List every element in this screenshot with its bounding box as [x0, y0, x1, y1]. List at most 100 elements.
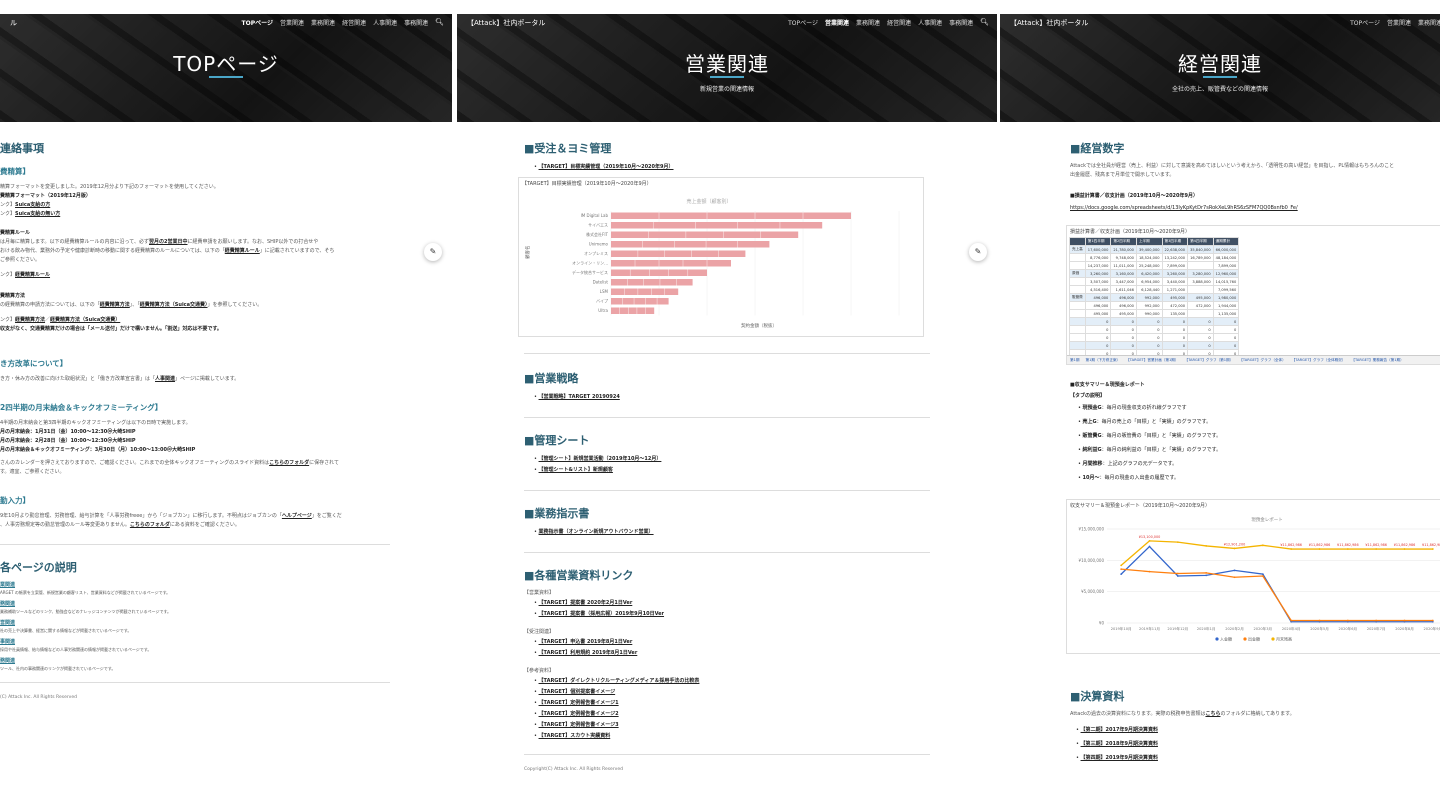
target-sheet-link[interactable]: 【TARGET】目標実績管理（2019年10月～2020年9月） [539, 164, 674, 170]
subsection-label: ■損益計算書／収支計画（2019年10月～2020年9月） [1070, 193, 1198, 199]
method-inline-link[interactable]: 経費精算方法 [100, 302, 130, 308]
doc-link[interactable]: 【TARGET】提案書 2020年2月1日Ver [539, 600, 633, 606]
table-cell: 0 [1187, 325, 1214, 334]
sheet-tab[interactable]: 【TARGET】業務報告（第1期） [1351, 356, 1403, 364]
search-icon[interactable]: 🔍︎ [980, 18, 989, 27]
nav-top[interactable]: TOPページ [788, 18, 818, 27]
embedded-spreadsheet[interactable]: 損益計算書／収支計画（2019年10月～2020年9月） 第1四半期 第2四半期… [1066, 225, 1440, 365]
tab-desc: ：毎月の売上の「目標」と「実績」のグラフです。 [1096, 419, 1212, 425]
nav-management[interactable]: 経営関連 [887, 18, 911, 27]
table-cell: 3,447,000 [1110, 277, 1137, 286]
folder-link[interactable]: こちらのフォルダ [130, 522, 170, 528]
data-label: ¥11,862,986 [1365, 543, 1387, 547]
page-link[interactable]: 務関連 [0, 657, 390, 666]
table-cell: 495,000 [1161, 293, 1189, 302]
spreadsheet-url-link[interactable]: https://docs.google.com/spreadsheets/d/1… [1070, 204, 1440, 213]
site-brand[interactable]: 【Attack】社内ポータル [467, 18, 545, 28]
page-link[interactable]: 事関連 [0, 638, 390, 647]
nav-business[interactable]: 業務関連 [1418, 18, 1440, 27]
sheet-tab[interactable]: 【TARGET】グラフ（全体） [1239, 356, 1285, 364]
sheet-tab[interactable]: 第1期（下方修正案） [1085, 356, 1120, 364]
table-cell [1187, 261, 1214, 270]
nav-hr[interactable]: 人事関連 [373, 18, 397, 27]
page-title: 経営関連 [1178, 52, 1262, 76]
method-link[interactable]: 経費精算方法 [15, 317, 45, 323]
page-desc: ツール、社内の事務関連のリンクが掲載されているページです。 [0, 666, 116, 671]
doc-link[interactable]: 【TARGET】個別提案書イメージ [539, 689, 616, 695]
nav-hr[interactable]: 人事関連 [918, 18, 942, 27]
nav-business[interactable]: 業務関連 [856, 18, 880, 27]
edit-pencil-icon[interactable]: ✎ [969, 243, 987, 261]
suica-link[interactable]: Suica支給の方 [15, 202, 50, 208]
no-suica-link[interactable]: Suica支給の無い方 [15, 211, 60, 217]
customer-list-link[interactable]: 【管理シート&リスト】新規顧客 [539, 467, 613, 473]
data-label: ¥11,862,986 [1394, 543, 1416, 547]
hr-page-link[interactable]: 人事関連 [155, 376, 175, 382]
nav-management[interactable]: 経営関連 [342, 18, 366, 27]
table-cell: 1,611,046 [1110, 285, 1137, 294]
tax-folder-link[interactable]: こちら [1205, 711, 1220, 717]
doc-link[interactable]: 【TARGET】ダイレクトリクルーティングメディア＆採用手法の比較表 [539, 678, 700, 684]
embedded-cash-chart[interactable]: 収支サマリー＆現預金レポート（2019年10月～2020年9月） 現預金レポート… [1066, 499, 1440, 654]
nav-sales[interactable]: 営業関連 [280, 18, 304, 27]
instruction-link[interactable]: 業務指示書（オンライン新規アウトバウンド営業） [539, 529, 654, 535]
doc-link[interactable]: 【TARGET】提案書（採用広報）2019年9月10日Ver [539, 611, 664, 617]
page-link[interactable]: 務関連 [0, 600, 390, 609]
doc-link[interactable]: 【TARGET】スカウト実績資料 [539, 733, 611, 739]
nav-business[interactable]: 業務関連 [311, 18, 335, 27]
doc-link[interactable]: 【TARGET】利用規約 2019年8月1日Ver [539, 650, 638, 656]
table-cell: 1,135,000 [1212, 309, 1240, 318]
tab-desc: ：毎月の現金の入出金の履歴です。 [1099, 475, 1180, 481]
embedded-chart[interactable]: 【TARGET】目標実績管理（2019年10月～2020年9月） 売上金額（顧客… [518, 177, 924, 337]
rules-inline-link[interactable]: 経費精算ルール [225, 248, 260, 254]
section-text: 出金履歴、残高まで月単位で開示しています。 [1070, 172, 1175, 178]
x-tick-label: 2020年9月 [1424, 626, 1440, 631]
rules-link[interactable]: 経費精算ルール [15, 272, 50, 278]
search-icon[interactable]: 🔍︎ [435, 18, 444, 27]
sheet-tab[interactable]: 【TARGET】営業計画（第1期） [1126, 356, 1178, 364]
sheet-tab[interactable]: 第1期 [1070, 356, 1079, 364]
nav-sales[interactable]: 営業関連 [825, 18, 849, 27]
category-label: Datelist [593, 280, 609, 285]
table-cell: 0 [1084, 341, 1112, 350]
site-brand[interactable]: 【Attack】社内ポータル [1010, 18, 1088, 28]
notice-text: にある資料をご確認ください。 [169, 522, 240, 528]
page-link[interactable]: 営関連 [0, 619, 390, 628]
page-item: 務関連 業務補助ツールなどのリンク、勉強会などのナレッジコンテンツが掲載されている… [0, 600, 390, 615]
nav-admin[interactable]: 事務関連 [949, 18, 973, 27]
doc-link[interactable]: 【TARGET】定例報告書イメージ1 [539, 700, 619, 706]
tab-desc: ：毎月の現金収支の折れ線グラフです [1101, 405, 1187, 411]
financial-doc-link[interactable]: 【第三期】2018年9月期決算資料 [1081, 741, 1158, 747]
table-row: 495,000 495,000 990,000 135,000 1,135,000 [1069, 309, 1240, 318]
page-link[interactable]: 業関連 [0, 581, 390, 590]
sheet-tab[interactable]: 【TARGET】グラフ（全体概況） [1292, 356, 1346, 364]
edit-pencil-icon[interactable]: ✎ [424, 243, 442, 261]
nav-sales[interactable]: 営業関連 [1387, 18, 1411, 27]
table-cell: 0 [1187, 341, 1214, 350]
nav-top[interactable]: TOPページ [1350, 18, 1380, 27]
doc-link[interactable]: 【TARGET】定例報告書イメージ2 [539, 711, 619, 717]
help-page-link[interactable]: ヘルプページ [282, 513, 312, 519]
financial-doc-link[interactable]: 【第四期】2019年9月期決算資料 [1081, 755, 1158, 761]
strategy-link[interactable]: 【営業戦略】TARGET 20190924 [539, 394, 620, 400]
bar [611, 222, 823, 229]
row-label: 販管費 [1069, 293, 1086, 302]
suica-method-inline-link[interactable]: 経費精算方法（Suica交通費） [140, 302, 208, 308]
row-label: 原価 [1069, 269, 1086, 278]
financial-doc-link[interactable]: 【第二期】2017年9月期決算資料 [1081, 727, 1158, 733]
title-underline [209, 76, 243, 78]
doc-link[interactable]: 【TARGET】申込書 2019年8月1日Ver [539, 639, 633, 645]
legend-label: 入金額 [1220, 636, 1232, 642]
folder-link[interactable]: こちらのフォルダ [269, 460, 309, 466]
activity-sheet-link[interactable]: 【管理シート】新規営業活動（2019年10月～12月） [539, 456, 662, 462]
doc-link[interactable]: 【TARGET】定例報告書イメージ3 [539, 722, 619, 728]
table-cell: 0 [1110, 341, 1137, 350]
table-cell: 3,280,000 [1187, 269, 1214, 278]
table-cell: 0 [1161, 325, 1189, 334]
nav-top[interactable]: TOPページ [242, 18, 273, 27]
suica-method-link[interactable]: 経費精算方法（Suica交通費） [50, 317, 120, 323]
sheet-tab[interactable]: 【TARGET】グラフ（第1期） [1184, 356, 1233, 364]
subsection-label: ■収支サマリー＆現預金レポート [1070, 382, 1145, 388]
nav-admin[interactable]: 事務関連 [404, 18, 428, 27]
category-label: バイプ [596, 298, 608, 304]
